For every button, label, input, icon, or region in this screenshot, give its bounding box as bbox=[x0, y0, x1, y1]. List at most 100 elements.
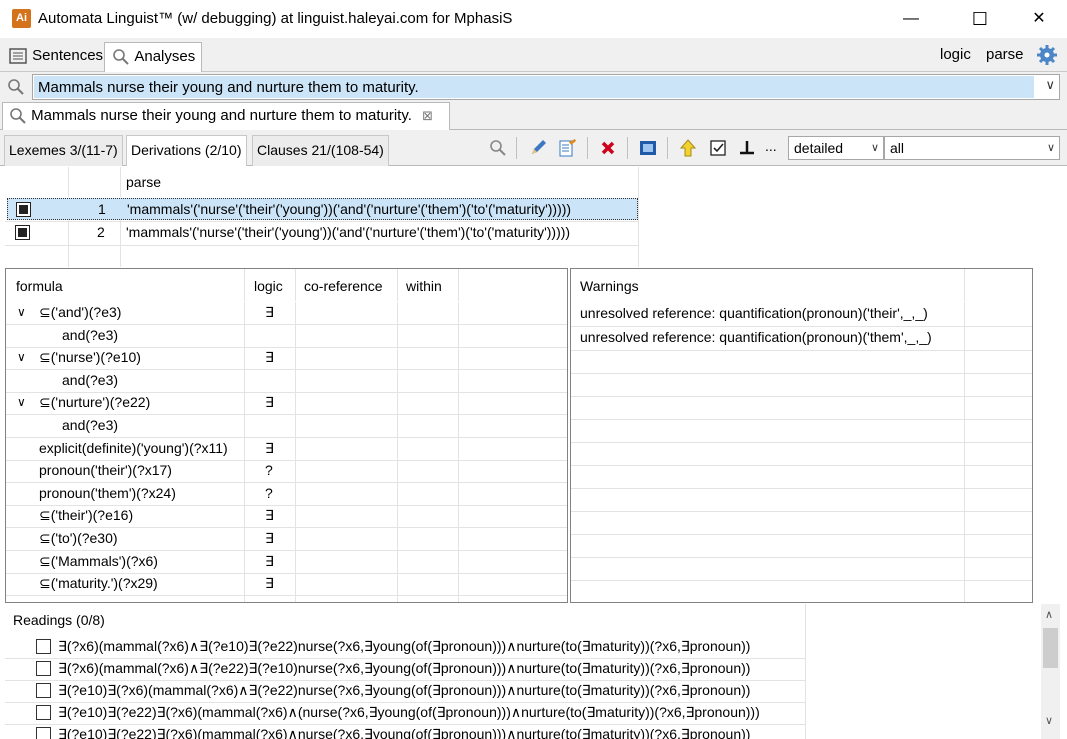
parse-cell: 'mammals'('nurse'('their'('young'))('and… bbox=[127, 201, 572, 217]
logic-column-header: logic bbox=[254, 278, 283, 294]
app-icon: Ai bbox=[12, 9, 31, 28]
tab-sentences-label: Sentences bbox=[32, 47, 104, 64]
maximize-button[interactable]: ☐ bbox=[957, 0, 1003, 38]
logic-cell: ∃ bbox=[265, 575, 274, 592]
checkbox-checked-icon[interactable] bbox=[708, 138, 728, 158]
scroll-thumb[interactable] bbox=[1043, 628, 1058, 668]
formula-cell: pronoun('them')(?x24) bbox=[39, 484, 176, 501]
search-input[interactable] bbox=[34, 76, 1034, 98]
delete-icon[interactable] bbox=[598, 138, 618, 158]
table-row[interactable]: ∨ ⊆('nurture')(?e22) ∃ bbox=[6, 392, 567, 414]
logic-cell: ? bbox=[265, 462, 273, 479]
tab-analyses[interactable]: Analyses bbox=[104, 42, 203, 72]
chevron-down-icon[interactable]: ∨ bbox=[17, 395, 26, 409]
parse-link[interactable]: parse bbox=[986, 46, 1024, 63]
close-icon[interactable]: ⊠ bbox=[422, 108, 433, 123]
formula-cell: ⊆('to')(?e30) bbox=[39, 530, 118, 546]
formula-column-header: formula bbox=[16, 278, 63, 294]
search-icon[interactable] bbox=[488, 138, 508, 158]
row-number: 2 bbox=[97, 224, 105, 240]
table-row[interactable]: ⊆('Mammals')(?x6) ∃ bbox=[6, 551, 567, 573]
logic-link[interactable]: logic bbox=[940, 46, 971, 63]
detail-select[interactable]: detailed ∨ bbox=[788, 136, 884, 160]
search-icon bbox=[10, 108, 26, 124]
list-item[interactable]: ∃(?x6)(mammal(?x6)∧∃(?e22)∃(?e10)nurse(?… bbox=[5, 658, 1041, 680]
list-item[interactable]: ∃(?e10)∃(?x6)(mammal(?x6)∧∃(?e22)nurse(?… bbox=[5, 680, 1041, 702]
table-row[interactable]: explicit(definite)('young')(?x11) ∃ bbox=[6, 438, 567, 460]
reading-checkbox[interactable] bbox=[36, 661, 51, 676]
scroll-down-icon[interactable]: ∨ bbox=[1045, 714, 1053, 727]
table-row[interactable]: and(?e3) bbox=[6, 370, 567, 392]
logic-cell: ? bbox=[265, 484, 273, 501]
toolbar-divider bbox=[667, 137, 668, 159]
arrow-up-icon[interactable] bbox=[678, 138, 698, 158]
table-row[interactable]: and(?e3) bbox=[6, 325, 567, 347]
tab-sentences[interactable]: Sentences bbox=[2, 42, 109, 72]
sub-tab-bar: Lexemes 3/(11-7) Derivations (2/10) Clau… bbox=[0, 130, 1067, 166]
gear-icon[interactable] bbox=[1036, 44, 1058, 66]
reading-checkbox[interactable] bbox=[36, 639, 51, 654]
list-item[interactable]: ∃(?x6)(mammal(?x6)∧∃(?e10)∃(?e22)nurse(?… bbox=[5, 636, 1041, 658]
frame-icon[interactable] bbox=[638, 138, 658, 158]
formula-cell: ⊆('Mammals')(?x6) bbox=[39, 552, 158, 569]
window-title: Automata Linguist™ (w/ debugging) at lin… bbox=[38, 10, 513, 27]
reading-checkbox[interactable] bbox=[36, 705, 51, 720]
parse-cell: 'mammals'('nurse'('their'('young'))('and… bbox=[126, 224, 571, 240]
scroll-up-icon[interactable]: ∧ bbox=[1045, 608, 1053, 621]
table-row[interactable]: 1 'mammals'('nurse'('their'('young'))('a… bbox=[7, 198, 638, 220]
table-row[interactable]: ∨ ⊆('and')(?e3) ∃ bbox=[6, 302, 567, 324]
logic-cell: ∃ bbox=[265, 394, 274, 411]
logic-cell: ∃ bbox=[265, 349, 274, 366]
top-tab-bar: Sentences Analyses logic parse bbox=[0, 38, 1067, 72]
filter-select-value: all bbox=[890, 140, 905, 156]
list-item[interactable]: ∃(?e10)∃(?e22)∃(?x6)(mammal(?x6)∧nurse(?… bbox=[5, 724, 1041, 739]
reading-text: ∃(?e10)∃(?e22)∃(?x6)(mammal(?x6)∧nurse(?… bbox=[58, 726, 751, 739]
title-bar: Ai Automata Linguist™ (w/ debugging) at … bbox=[0, 0, 1067, 38]
warning-item: unresolved reference: quantification(pro… bbox=[580, 305, 928, 321]
sentence-tab[interactable]: Mammals nurse their young and nurture th… bbox=[2, 102, 450, 130]
chevron-down-icon[interactable]: ∨ bbox=[17, 350, 26, 364]
table-row[interactable]: ⊆('to')(?e30) ∃ bbox=[6, 528, 567, 550]
more-button[interactable]: ... bbox=[765, 138, 777, 154]
sentences-icon bbox=[9, 48, 27, 64]
formula-cell: and(?e3) bbox=[62, 417, 119, 433]
table-row[interactable]: ⊆('maturity.')(?x29) ∃ bbox=[6, 573, 567, 595]
coref-column-header: co-reference bbox=[304, 278, 383, 294]
row-select-checkbox[interactable] bbox=[15, 225, 30, 240]
toolbar-divider bbox=[587, 137, 588, 159]
table-row[interactable]: and(?e3) bbox=[6, 415, 567, 437]
toolbar-divider bbox=[627, 137, 628, 159]
chevron-down-icon[interactable]: ∨ bbox=[17, 305, 26, 319]
logic-cell: ∃ bbox=[265, 530, 274, 546]
tab-clauses[interactable]: Clauses 21/(108-54) bbox=[252, 135, 389, 166]
detail-select-value: detailed bbox=[794, 140, 844, 156]
formula-cell: ⊆('nurture')(?e22) bbox=[39, 394, 151, 411]
table-row[interactable]: ∨ ⊆('nurse')(?e10) ∃ bbox=[6, 347, 567, 369]
table-row[interactable]: ⊆('their')(?e16) ∃ bbox=[6, 505, 567, 527]
formula-cell: ⊆('and')(?e3) bbox=[39, 304, 122, 320]
row-select-checkbox[interactable] bbox=[16, 202, 31, 217]
reading-checkbox[interactable] bbox=[36, 727, 51, 739]
chevron-down-icon[interactable]: ∨ bbox=[1045, 77, 1055, 93]
formula-cell: ⊆('their')(?e16) bbox=[39, 507, 134, 524]
formula-cell: explicit(definite)('young')(?x11) bbox=[39, 439, 228, 456]
chevron-down-icon: ∨ bbox=[1046, 142, 1055, 154]
table-row[interactable]: pronoun('their')(?x17)? bbox=[6, 460, 567, 482]
tab-lexemes[interactable]: Lexemes 3/(11-7) bbox=[4, 135, 123, 166]
table-row[interactable]: pronoun('them')(?x24)? bbox=[6, 483, 567, 505]
bottom-icon[interactable] bbox=[737, 138, 757, 158]
warnings-table: Warnings unresolved reference: quantific… bbox=[570, 268, 1033, 603]
logic-cell: ∃ bbox=[265, 304, 274, 320]
edit-document-icon[interactable] bbox=[557, 138, 577, 158]
readings-scrollbar[interactable]: ∧ ∨ bbox=[1041, 604, 1060, 739]
close-button[interactable]: ✕ bbox=[1016, 0, 1062, 38]
reading-text: ∃(?x6)(mammal(?x6)∧∃(?e10)∃(?e22)nurse(?… bbox=[58, 638, 751, 654]
tab-derivations[interactable]: Derivations (2/10) bbox=[126, 135, 247, 166]
pencil-icon[interactable] bbox=[528, 138, 548, 158]
reading-checkbox[interactable] bbox=[36, 683, 51, 698]
table-row[interactable]: 2 'mammals'('nurse'('their'('young'))('a… bbox=[7, 222, 638, 244]
list-item[interactable]: ∃(?e10)∃(?e22)∃(?x6)(mammal(?x6)∧(nurse(… bbox=[5, 702, 1041, 724]
minimize-button[interactable]: — bbox=[888, 0, 934, 38]
sentence-tab-row: Mammals nurse their young and nurture th… bbox=[0, 102, 1067, 130]
filter-select[interactable]: all ∨ bbox=[884, 136, 1060, 160]
